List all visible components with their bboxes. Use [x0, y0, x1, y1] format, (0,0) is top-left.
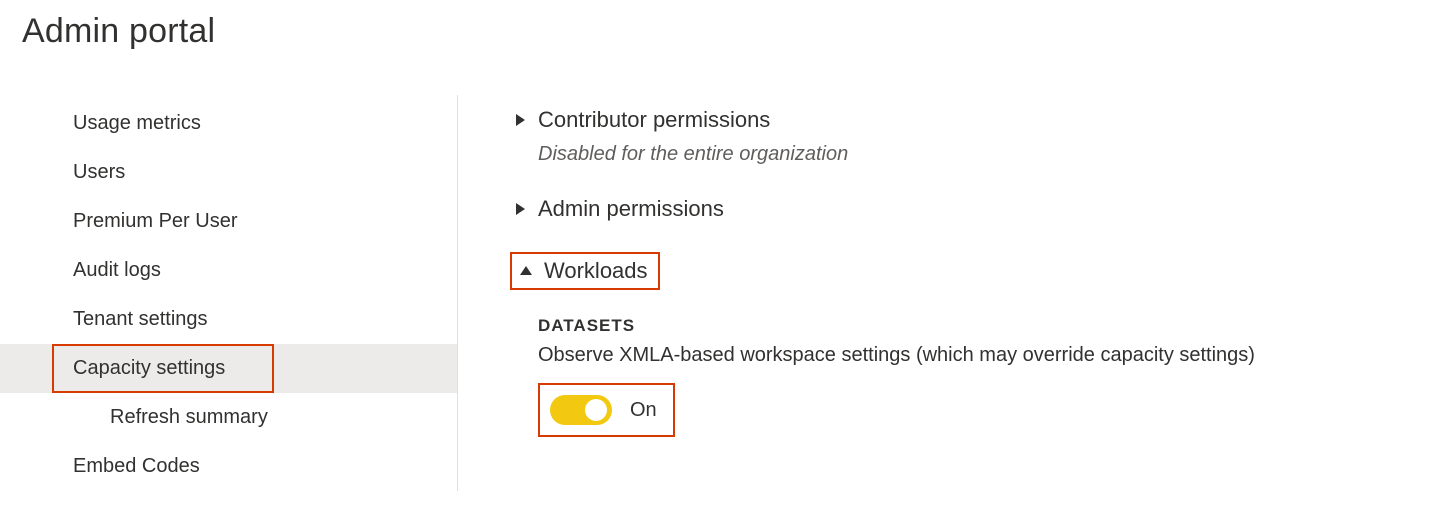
section-title: Admin permissions — [538, 196, 724, 222]
subsection-heading-datasets: DATASETS — [538, 316, 1429, 336]
sidebar-item-capacity-settings[interactable]: Capacity settings — [0, 344, 457, 393]
toggle-row: On — [538, 383, 1429, 437]
caret-up-icon — [516, 265, 536, 277]
xmla-toggle[interactable] — [550, 395, 612, 425]
section-title: Workloads — [544, 258, 648, 284]
highlight-annotation: Workloads — [510, 252, 660, 290]
section-header-workloads[interactable]: Workloads — [516, 258, 648, 284]
content-area: Usage metrics Users Premium Per User Aud… — [0, 95, 1429, 491]
subsection-description: Observe XMLA-based workspace settings (w… — [538, 344, 1429, 367]
section-workloads: Workloads DATASETS Observe XMLA-based wo… — [510, 252, 1429, 437]
section-header-admin-permissions[interactable]: Admin permissions — [510, 192, 1429, 226]
sidebar-item-refresh-summary[interactable]: Refresh summary — [0, 393, 457, 442]
caret-right-icon — [510, 202, 530, 216]
section-contributor-permissions: Contributor permissions Disabled for the… — [510, 103, 1429, 166]
page-title: Admin portal — [0, 0, 1429, 51]
sidebar-item-audit-logs[interactable]: Audit logs — [0, 246, 457, 295]
sidebar-item-capacity-settings-wrap: Capacity settings — [0, 344, 457, 393]
sidebar-item-premium-per-user[interactable]: Premium Per User — [0, 197, 457, 246]
section-title: Contributor permissions — [538, 107, 770, 133]
toggle-state-label: On — [630, 399, 657, 422]
main-panel: Contributor permissions Disabled for the… — [458, 95, 1429, 491]
sidebar-item-tenant-settings[interactable]: Tenant settings — [0, 295, 457, 344]
sidebar-nav: Usage metrics Users Premium Per User Aud… — [0, 95, 458, 491]
sidebar-item-usage-metrics[interactable]: Usage metrics — [0, 99, 457, 148]
sidebar-item-users[interactable]: Users — [0, 148, 457, 197]
section-subtext: Disabled for the entire organization — [538, 143, 1429, 166]
sidebar-item-embed-codes[interactable]: Embed Codes — [0, 442, 457, 491]
section-admin-permissions: Admin permissions — [510, 192, 1429, 226]
caret-right-icon — [510, 113, 530, 127]
highlight-annotation: On — [538, 383, 675, 437]
section-header-contributor-permissions[interactable]: Contributor permissions — [510, 103, 1429, 137]
toggle-knob — [585, 399, 607, 421]
